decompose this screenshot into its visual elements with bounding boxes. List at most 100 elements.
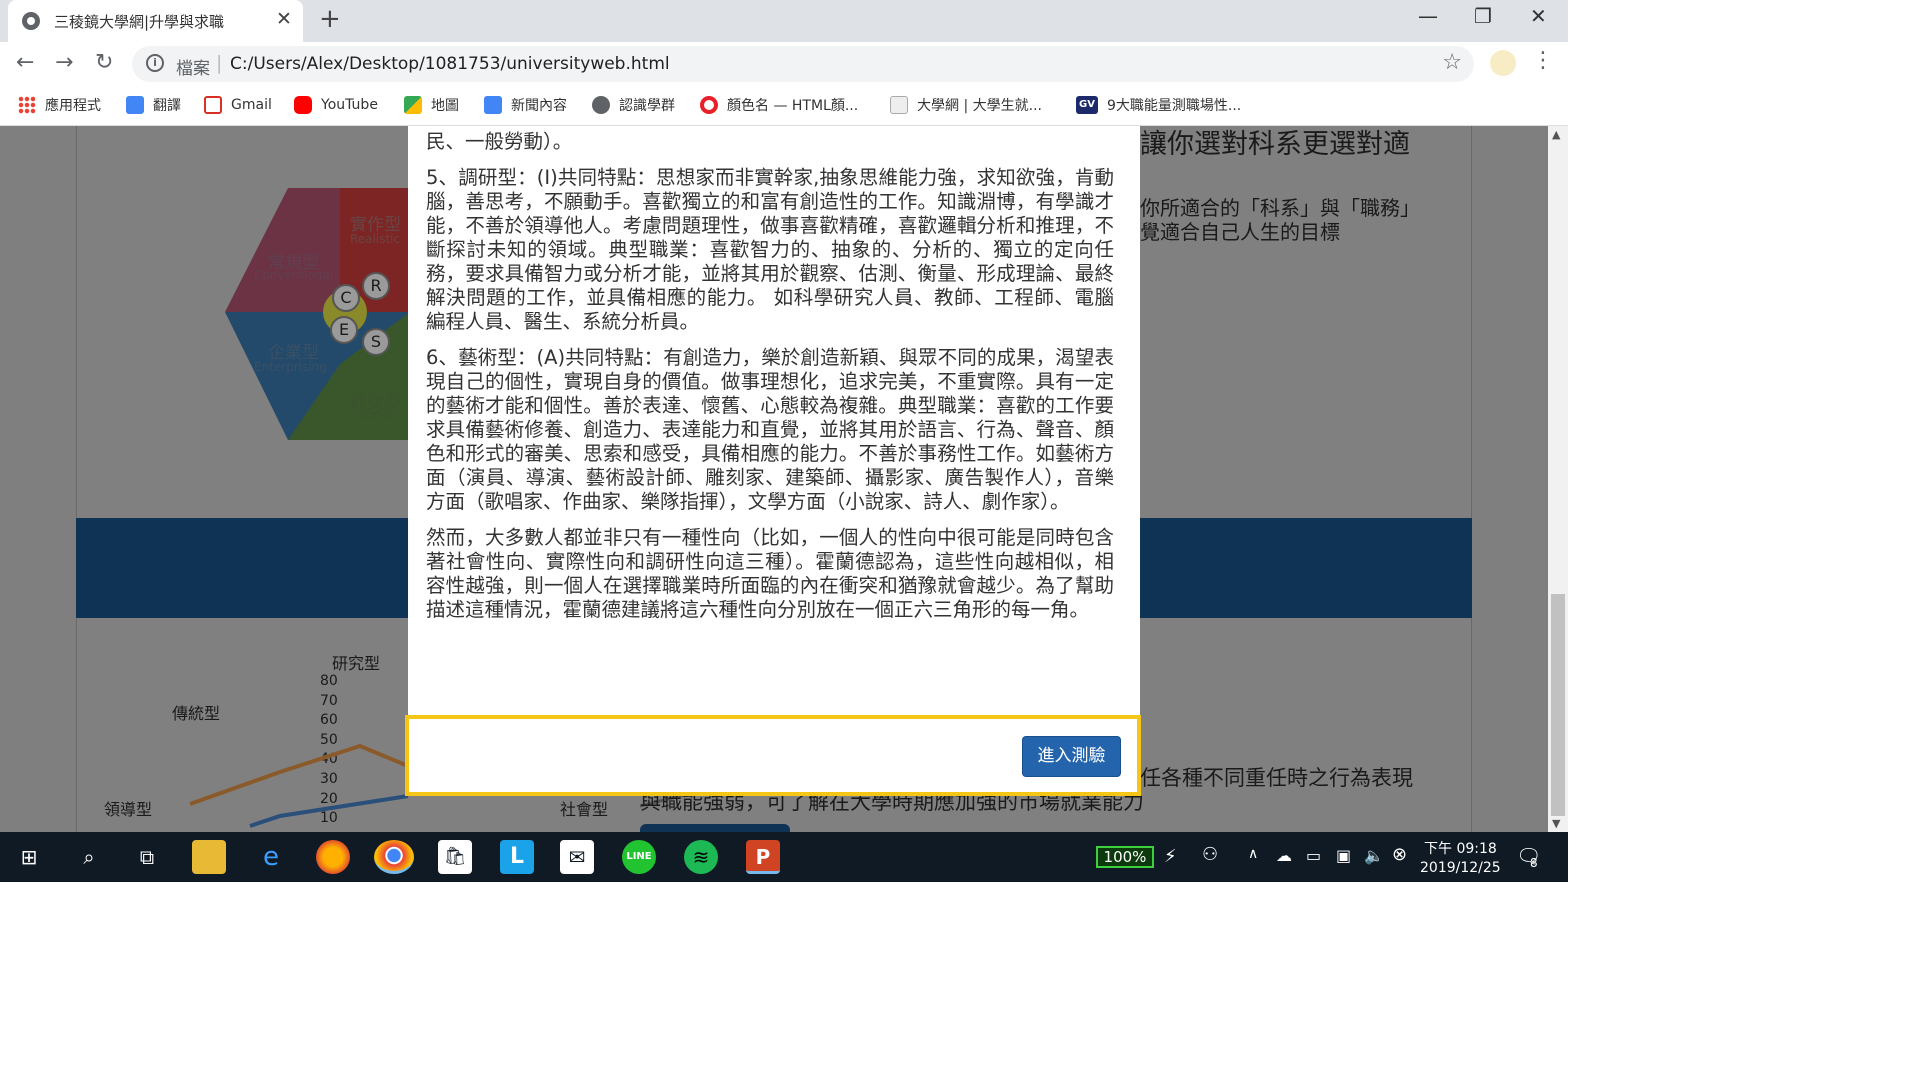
bookmark-translate[interactable]: 翻譯 [126,94,181,116]
bg-heading: 讓你選對科系更選對適 [1140,129,1410,160]
page-icon [890,96,908,114]
apps-grid-icon [18,96,36,114]
address-bar[interactable]: i 檔案 | C:/Users/Alex/Desktop/1081753/uni… [132,46,1474,82]
bookmark-gmail[interactable]: Gmail [204,94,272,116]
power-plug-icon[interactable]: ⚡ [1164,846,1177,867]
network-icon[interactable]: ▣ [1336,846,1351,865]
windows-start-icon[interactable]: ⊞ [12,840,46,874]
bg-text-2: 覺適合自己人生的目標 [1140,220,1340,244]
youtube-icon [294,96,312,114]
translate-icon [126,96,144,114]
battery-icon[interactable]: ▭ [1306,846,1321,865]
clock-date[interactable]: 2019/12/25 [1420,860,1501,876]
back-button[interactable]: ← [16,50,34,75]
browser-toolbar: ← → ↻ i 檔案 | C:/Users/Alex/Desktop/10817… [0,42,1568,86]
radar-axis-research: 研究型 [332,654,381,673]
bookmark-apps[interactable]: 應用程式 [18,94,101,116]
reload-button[interactable]: ↻ [95,50,113,75]
realistic-en-label: Realistic [350,232,401,246]
browser-menu-icon[interactable]: ⋮ [1532,48,1554,73]
scrollbar-thumb[interactable] [1551,594,1565,816]
conventional-en-label: Conventional [254,268,334,282]
letter-c-badge: C [332,284,360,312]
letter-r-badge: R [362,272,390,300]
bookmark-label: 認識學群 [619,98,675,114]
modal-paragraph-prev-end: 民、一般勞動）。 [426,130,573,153]
maps-icon [404,96,422,114]
modal-paragraph-investigative: 5、調研型：(I)共同特點：思想家而非實幹家,抽象思維能力強，求知欲強，肯動腦，… [426,166,1114,333]
url-text[interactable]: C:/Users/Alex/Desktop/1081753/university… [230,54,670,74]
scroll-up-icon[interactable]: ▲ [1552,128,1560,141]
bookmark-news[interactable]: 新聞內容 [484,94,567,116]
line-l-icon[interactable]: L [500,840,534,874]
address-separator: | [216,52,223,74]
search-icon[interactable]: ⌕ [72,840,106,874]
radar-lines [189,743,409,828]
windows-taskbar: ⊞ ⌕ ⧉ e 🛍 L ✉ LINE ≋ P ⚡ ⚇ ∧ ☁ ▭ ▣ 🔈 ⊗ 下… [0,832,1568,882]
enter-test-button[interactable]: 進入測驗 [1022,736,1121,777]
radar-blue-line [249,794,409,828]
social-en-label: Social [358,408,394,422]
bookmark-star-icon[interactable]: ☆ [1442,50,1462,75]
bookmark-color-names[interactable]: 顏色名 — HTML顏... [700,94,858,116]
chrome-icon[interactable] [374,840,414,874]
bookmark-university[interactable]: 大學網 | 大學生就... [890,94,1042,116]
bookmark-label: 大學網 | 大學生就... [917,98,1042,114]
bookmark-label: 顏色名 — HTML顏... [727,98,859,114]
file-explorer-icon[interactable] [192,840,226,874]
bg-lower-text-1: 任各種不同重任時之行為表現 [1140,766,1413,790]
task-view-icon[interactable]: ⧉ [130,840,164,874]
radar-tick: 70 [320,692,338,709]
bookmark-gv[interactable]: GV 9大職能量測職場性... [1076,94,1241,116]
bookmarks-bar: 應用程式 翻譯 Gmail YouTube 地圖 新聞內容 認識學群 顏色名 —… [0,86,1568,126]
browser-titlebar: 三稜鏡大學網|升學與求職 ✕ + — ❐ ✕ [0,0,1568,42]
scroll-down-icon[interactable]: ▼ [1552,817,1560,830]
firefox-icon[interactable] [316,840,350,874]
close-window-button[interactable]: ✕ [1530,4,1547,28]
info-icon[interactable]: i [146,54,164,72]
modal-body[interactable]: 民、一般勞動）。 5、調研型：(I)共同特點：思想家而非實幹家,抽象思維能力強，… [426,126,1114,716]
letter-e-badge: E [330,316,358,344]
radar-axis-social: 社會型 [560,800,609,819]
opera-icon [700,96,718,114]
notification-count: 8 [1530,856,1538,870]
minimize-button[interactable]: — [1418,4,1438,28]
bookmark-youtube[interactable]: YouTube [294,94,378,116]
page-scrollbar[interactable]: ▲ ▼ [1548,126,1568,832]
powerpoint-icon[interactable]: P [746,840,780,874]
bookmark-maps[interactable]: 地圖 [404,94,459,116]
radar-orange-line [189,743,409,806]
bookmark-label: 地圖 [431,98,459,114]
battery-percent-indicator[interactable]: 100% [1096,846,1154,868]
enterprising-en-label: Enterprising [254,360,327,374]
mail-icon[interactable]: ✉ [560,840,594,874]
tab-close-icon[interactable]: ✕ [276,8,292,30]
restore-button[interactable]: ❐ [1474,4,1492,28]
bookmark-label: YouTube [321,97,378,113]
onedrive-icon[interactable]: ☁ [1276,846,1292,865]
people-icon[interactable]: ⚇ [1202,844,1218,865]
new-tab-button[interactable]: + [319,4,341,34]
clock-time[interactable]: 下午 09:18 [1424,838,1497,858]
bookmark-label: 翻譯 [153,98,181,114]
forward-button[interactable]: → [55,50,73,75]
spotify-icon[interactable]: ≋ [684,840,718,874]
gmail-icon [204,96,222,114]
globe-icon [22,12,40,30]
volume-icon[interactable]: 🔈 [1364,846,1384,865]
bookmark-label: 新聞內容 [511,98,567,114]
tab-title: 三稜鏡大學網|升學與求職 [54,13,225,31]
browser-tab[interactable]: 三稜鏡大學網|升學與求職 ✕ [8,0,303,42]
edge-icon[interactable]: e [254,840,288,874]
scheme-label: 檔案 [176,59,210,79]
modal-paragraph-conclusion: 然而，大多數人都並非只有一種性向（比如，一個人的性向中很可能是同時包含著社會性向… [426,526,1114,621]
close-circle-icon[interactable]: ⊗ [1392,844,1407,865]
bookmark-label: 應用程式 [45,98,101,114]
bookmark-groups[interactable]: 認識學群 [592,94,675,116]
profile-avatar[interactable] [1490,50,1516,76]
chevron-up-icon[interactable]: ∧ [1248,846,1258,862]
store-icon[interactable]: 🛍 [438,840,472,874]
letter-s-badge: S [362,328,390,356]
radar-axis-leadership: 領導型 [104,800,153,819]
line-icon[interactable]: LINE [622,840,656,874]
